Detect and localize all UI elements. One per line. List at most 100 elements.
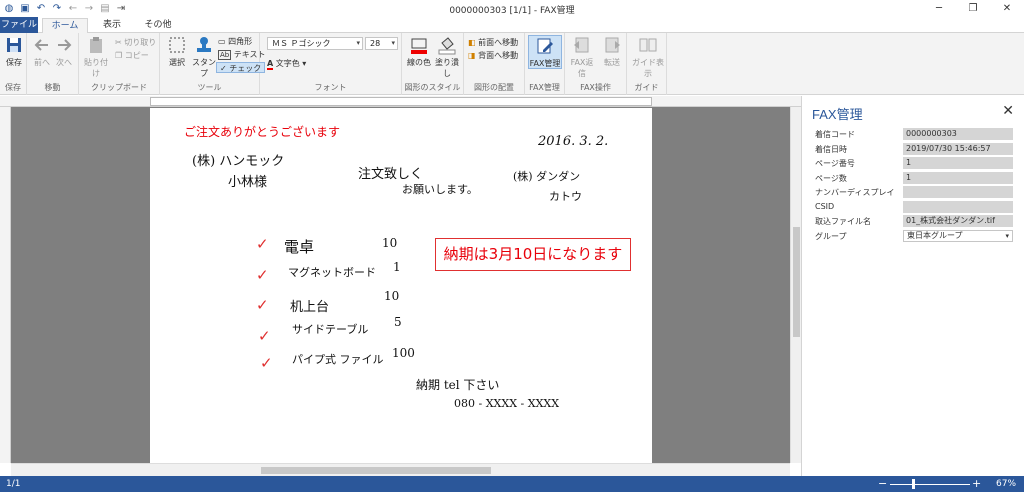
font-name-select[interactable]: ＭＳ Ｐゴシック ▾ bbox=[267, 37, 363, 50]
right-arrow-icon bbox=[58, 39, 72, 51]
bring-front-icon: ◧ bbox=[468, 38, 476, 47]
vertical-scrollbar[interactable] bbox=[790, 107, 801, 463]
delivery-notice-box[interactable]: 納期は3月10日になります bbox=[435, 238, 631, 271]
fax-manage-label: FAX管理 bbox=[529, 59, 561, 68]
fax-reply-button[interactable]: FAX返信 bbox=[567, 35, 597, 79]
close-icon[interactable]: ✕ bbox=[990, 0, 1024, 17]
copy-label: コピー bbox=[124, 51, 149, 60]
fax-manage-panel: FAX管理 ✕ 着信コード 0000000303 着信日時 2019/07/30 1… bbox=[801, 96, 1024, 476]
font-color-label: 文字色 bbox=[275, 59, 300, 68]
handwritten-from-company: (株) ダンダン bbox=[513, 170, 581, 183]
horizontal-ruler bbox=[0, 96, 801, 107]
next-button[interactable]: 次へ bbox=[49, 35, 79, 68]
restore-icon[interactable]: ❐ bbox=[956, 0, 990, 17]
handwritten-phone: 080 - XXXX - XXXX bbox=[454, 397, 560, 410]
scroll-thumb[interactable] bbox=[793, 227, 800, 337]
minimize-icon[interactable]: ─ bbox=[922, 0, 956, 17]
item-qty: 10 bbox=[382, 236, 398, 250]
check-mark[interactable]: ✓ bbox=[256, 296, 269, 314]
group-select[interactable]: 東日本グループ ▾ bbox=[903, 230, 1013, 242]
field-value[interactable]: 0000000303 bbox=[903, 128, 1013, 140]
group-tools: 選択 スタンプ ▭ 四角形 Ab テキスト ✓ チェック ツール bbox=[160, 33, 266, 95]
bring-front-button[interactable]: ◧ 前面へ移動 bbox=[468, 37, 518, 48]
tab-home[interactable]: ホーム bbox=[42, 18, 88, 34]
scroll-thumb[interactable] bbox=[261, 467, 491, 474]
check-mark[interactable]: ✓ bbox=[256, 266, 269, 284]
stamp-button[interactable]: スタンプ bbox=[189, 35, 219, 79]
check-button[interactable]: ✓ チェック bbox=[216, 62, 266, 73]
group-select-value: 東日本グループ bbox=[907, 231, 963, 240]
printed-title: ご注文ありがとうございます bbox=[184, 125, 341, 139]
field-value[interactable]: 1 bbox=[903, 172, 1013, 184]
stamp-label: スタンプ bbox=[192, 58, 216, 78]
font-name-value: ＭＳ Ｐゴシック bbox=[272, 39, 331, 48]
window-title: 0000000303 [1/1] - FAX管理 bbox=[449, 6, 575, 16]
font-color-button[interactable]: A 文字色 ▾ bbox=[267, 58, 306, 70]
chevron-down-icon: ▾ bbox=[356, 39, 360, 47]
group-font: ＭＳ Ｐゴシック ▾ 28 ▾ A 文字色 ▾ フォント bbox=[260, 33, 402, 95]
horizontal-scrollbar[interactable] bbox=[11, 463, 790, 476]
page-indicator: 1/1 bbox=[6, 479, 21, 489]
zoom-out-button[interactable]: − bbox=[878, 477, 887, 490]
field-row: グループ 東日本グループ ▾ bbox=[815, 230, 1015, 242]
field-value[interactable] bbox=[903, 201, 1013, 213]
font-size-select[interactable]: 28 ▾ bbox=[365, 37, 398, 50]
status-bar: 1/1 − + 67% bbox=[0, 476, 1024, 492]
chevron-down-icon: ▾ bbox=[1005, 232, 1009, 240]
window-controls: ─ ❐ ✕ bbox=[922, 0, 1024, 17]
line-color-button[interactable]: 線の色 bbox=[404, 35, 434, 68]
forward-label: 転送 bbox=[604, 58, 620, 67]
fax-forward-icon bbox=[605, 37, 620, 53]
save-button[interactable]: 保存 bbox=[0, 35, 29, 68]
zoom-level: 67% bbox=[996, 479, 1017, 489]
field-value[interactable]: 01_株式会社ダンダン.tif bbox=[903, 215, 1013, 227]
chevron-down-icon: ▾ bbox=[391, 39, 395, 47]
line-color-label: 線の色 bbox=[407, 58, 431, 67]
fax-manage-button[interactable]: FAX管理 bbox=[528, 35, 562, 69]
group-label-shape-arrange: 図形の配置 bbox=[474, 83, 514, 92]
item-qty: 10 bbox=[384, 289, 400, 303]
tab-view[interactable]: 表示 bbox=[92, 18, 132, 33]
select-button[interactable]: 選択 bbox=[162, 35, 192, 68]
check-mark[interactable]: ✓ bbox=[260, 354, 273, 372]
field-value[interactable]: 1 bbox=[903, 157, 1013, 169]
group-label-clipboard: クリップボード bbox=[91, 83, 147, 92]
fill-button[interactable]: 塗り潰し bbox=[432, 35, 462, 79]
fax-page[interactable]: ご注文ありがとうございます 2016. 3. 2. (株) ハンモック 小林様 … bbox=[150, 108, 652, 463]
field-row: CSID bbox=[815, 201, 1015, 213]
group-label-fax-manage: FAX管理 bbox=[529, 83, 560, 92]
document-canvas[interactable]: ご注文ありがとうございます 2016. 3. 2. (株) ハンモック 小林様 … bbox=[11, 107, 790, 463]
tab-file[interactable]: ファイル bbox=[0, 17, 38, 33]
ribbon-tabs: ファイル ホーム 表示 その他 bbox=[0, 17, 1024, 34]
vertical-ruler bbox=[0, 107, 11, 463]
paint-bucket-icon bbox=[438, 37, 456, 55]
close-icon[interactable]: ✕ bbox=[1002, 103, 1014, 119]
check-mark[interactable]: ✓ bbox=[256, 235, 269, 253]
stamp-icon bbox=[197, 37, 211, 52]
guide-view-button[interactable]: ガイド表示 bbox=[630, 35, 666, 79]
text-button[interactable]: Ab テキスト bbox=[218, 49, 266, 60]
group-clipboard: 貼り付け ✂ 切り取り ❐ コピー クリップボード bbox=[79, 33, 160, 95]
zoom-slider[interactable] bbox=[890, 484, 970, 485]
select-label: 選択 bbox=[169, 58, 185, 67]
item-qty: 1 bbox=[393, 260, 401, 274]
rectangle-button[interactable]: ▭ 四角形 bbox=[218, 36, 252, 47]
group-label-fax-ops: FAX操作 bbox=[580, 83, 611, 92]
group-move: 前へ 次へ 移動 bbox=[27, 33, 79, 95]
fax-reply-label: FAX返信 bbox=[570, 58, 594, 78]
field-value[interactable] bbox=[903, 186, 1013, 198]
zoom-slider-thumb[interactable] bbox=[912, 479, 915, 489]
tab-other[interactable]: その他 bbox=[136, 18, 180, 33]
rectangle-label: 四角形 bbox=[228, 37, 253, 46]
check-mark[interactable]: ✓ bbox=[258, 327, 271, 345]
forward-button[interactable]: 転送 bbox=[597, 35, 627, 68]
field-label: ナンバーディスプレイ bbox=[815, 188, 895, 197]
line-color-icon bbox=[411, 38, 427, 54]
paste-button[interactable]: 貼り付け bbox=[81, 35, 111, 79]
send-back-button[interactable]: ◨ 背面へ移動 bbox=[468, 50, 518, 61]
field-value[interactable]: 2019/07/30 15:46:57 bbox=[903, 143, 1013, 155]
cut-button[interactable]: ✂ 切り取り bbox=[115, 37, 156, 48]
handwritten-to-person: 小林様 bbox=[228, 175, 268, 190]
copy-button[interactable]: ❐ コピー bbox=[115, 50, 149, 61]
zoom-in-button[interactable]: + bbox=[972, 477, 981, 490]
